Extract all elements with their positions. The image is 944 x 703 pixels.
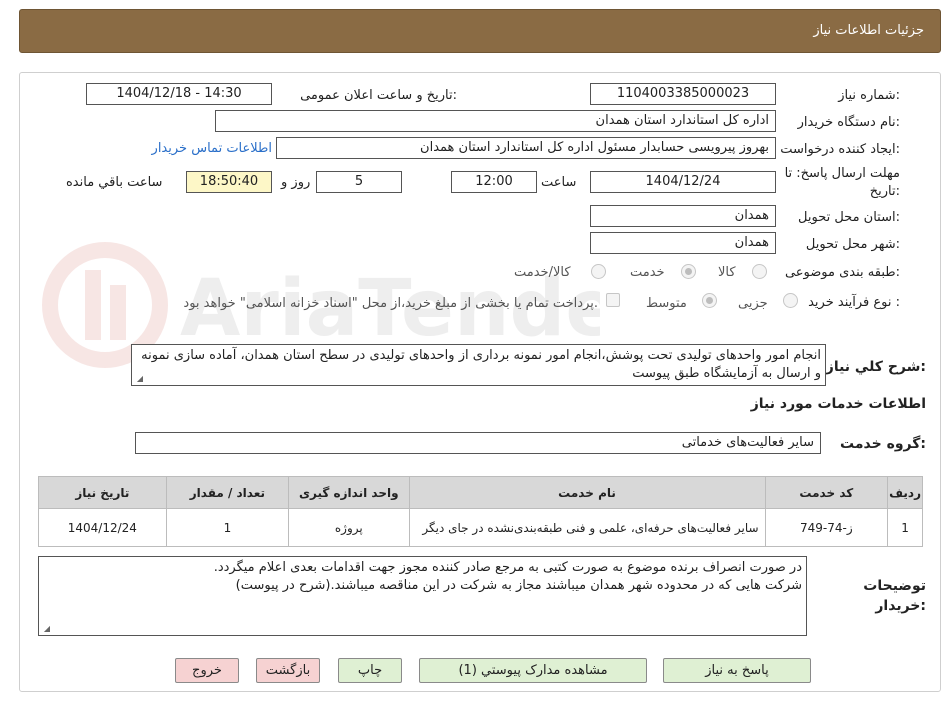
buyer-notes-label: توضیحات [863,578,926,594]
buyer-notes-line-2: شرکت هایی که در محدوده شهر همدان میباشند… [235,578,802,593]
creator-label: ایجاد کننده درخواست: [780,142,900,157]
service-group-field: سایر فعالیت‌های خدماتی [135,432,821,454]
cell-service-code: ز-74-749 [764,508,889,547]
deadline-time-field: 12:00 [451,171,537,193]
col-unit: واحد اندازه گیری [288,476,410,509]
page-title: جزئیات اطلاعات نیاز [813,23,924,38]
cell-unit: پروژه [288,508,410,547]
radio-service-label: خدمت [630,265,665,280]
radio-goods[interactable] [752,264,767,279]
buyer-org-label: نام دستگاه خریدار: [797,115,900,130]
process-label: نوع فرآیند خرید : [808,295,900,310]
reply-button[interactable]: پاسخ به نیاز [663,658,811,683]
deadline-label-date: تاریخ: [869,184,900,199]
back-button[interactable]: بازگشت [256,658,320,683]
services-section-title: اطلاعات خدمات مورد نیاز [750,396,926,412]
exit-button[interactable]: خروج [175,658,239,683]
col-service-code: کد خدمت [764,476,889,509]
service-group-label: گروه خدمت: [840,436,926,452]
remaining-label: ساعت باقي مانده [66,175,163,190]
announce-field: 1404/12/18 - 14:30 [86,83,272,105]
buyer-org-field: اداره کل استاندارد استان همدان [215,110,776,132]
cell-row: 1 [887,508,923,547]
radio-service[interactable] [681,264,696,279]
category-label: طبقه بندی موضوعی: [784,265,900,280]
description-text: انجام امور واحدهای تولیدی تحت پوشش،انجام… [141,348,821,381]
time-label: ساعت [541,175,577,190]
page-header: جزئیات اطلاعات نیاز [19,9,941,53]
radio-partial[interactable] [783,293,798,308]
province-field: همدان [590,205,776,227]
print-button[interactable]: چاپ [338,658,402,683]
remaining-time-field: 18:50:40 [186,171,272,193]
services-table: ردیف کد خدمت نام خدمت واحد اندازه گیری ت… [38,476,923,547]
radio-goods-label: کالا [718,265,736,280]
days-label: روز و [281,175,311,190]
buyer-notes-line-1: در صورت انصراف برنده موضوع به صورت کتبی … [213,560,802,575]
province-label: استان محل تحویل: [798,210,900,225]
buyer-contact-link[interactable]: اطلاعات تماس خریدار [152,141,272,156]
resize-handle[interactable]: ◢ [135,375,143,383]
payment-note: پرداخت تمام یا بخشی از مبلغ خرید،از محل … [183,296,598,311]
cell-quantity: 1 [165,508,290,547]
description-field: انجام امور واحدهای تولیدی تحت پوشش،انجام… [131,344,826,386]
deadline-label: مهلت ارسال پاسخ: تا [784,166,900,181]
col-row: ردیف [887,476,923,509]
treasury-checkbox[interactable] [606,293,620,307]
city-label: شهر محل تحویل: [805,237,900,252]
col-service-name: نام خدمت [408,476,766,509]
notes-resize-handle[interactable]: ◢ [42,625,50,633]
radio-partial-label: جزیی [738,296,768,311]
radio-medium[interactable] [702,293,717,308]
buyer-notes-label-2: خریدار: [875,598,926,614]
table-header-row: ردیف کد خدمت نام خدمت واحد اندازه گیری ت… [38,476,923,509]
radio-goods-service-label: کالا/خدمت [514,265,571,280]
deadline-date-field: 1404/12/24 [590,171,776,193]
buyer-notes-field: در صورت انصراف برنده موضوع به صورت کتبی … [38,556,807,636]
creator-field: بهروز پیرویسی حسابدار مسئول اداره کل است… [276,137,776,159]
table-row: 1 ز-74-749 سایر فعالیت‌های حرفه‌ای، علمی… [38,508,923,547]
need-number-field: 1104003385000023 [590,83,776,105]
need-number-label: شماره نیاز: [838,88,900,103]
col-quantity: تعداد / مقدار [165,476,290,509]
radio-goods-service[interactable] [591,264,606,279]
col-need-date: تاریخ نیاز [38,476,167,509]
announce-label: تاریخ و ساعت اعلان عمومی: [300,88,457,103]
radio-medium-label: متوسط [646,296,687,311]
cell-need-date: 1404/12/24 [38,508,167,547]
cell-service-name: سایر فعالیت‌های حرفه‌ای، علمی و فنی طبقه… [408,508,766,547]
city-field: همدان [590,232,776,254]
days-field: 5 [316,171,402,193]
description-label: شرح کلي نياز: [825,359,926,375]
view-attachments-button[interactable]: مشاهده مدارک پیوستي (1) [419,658,647,683]
